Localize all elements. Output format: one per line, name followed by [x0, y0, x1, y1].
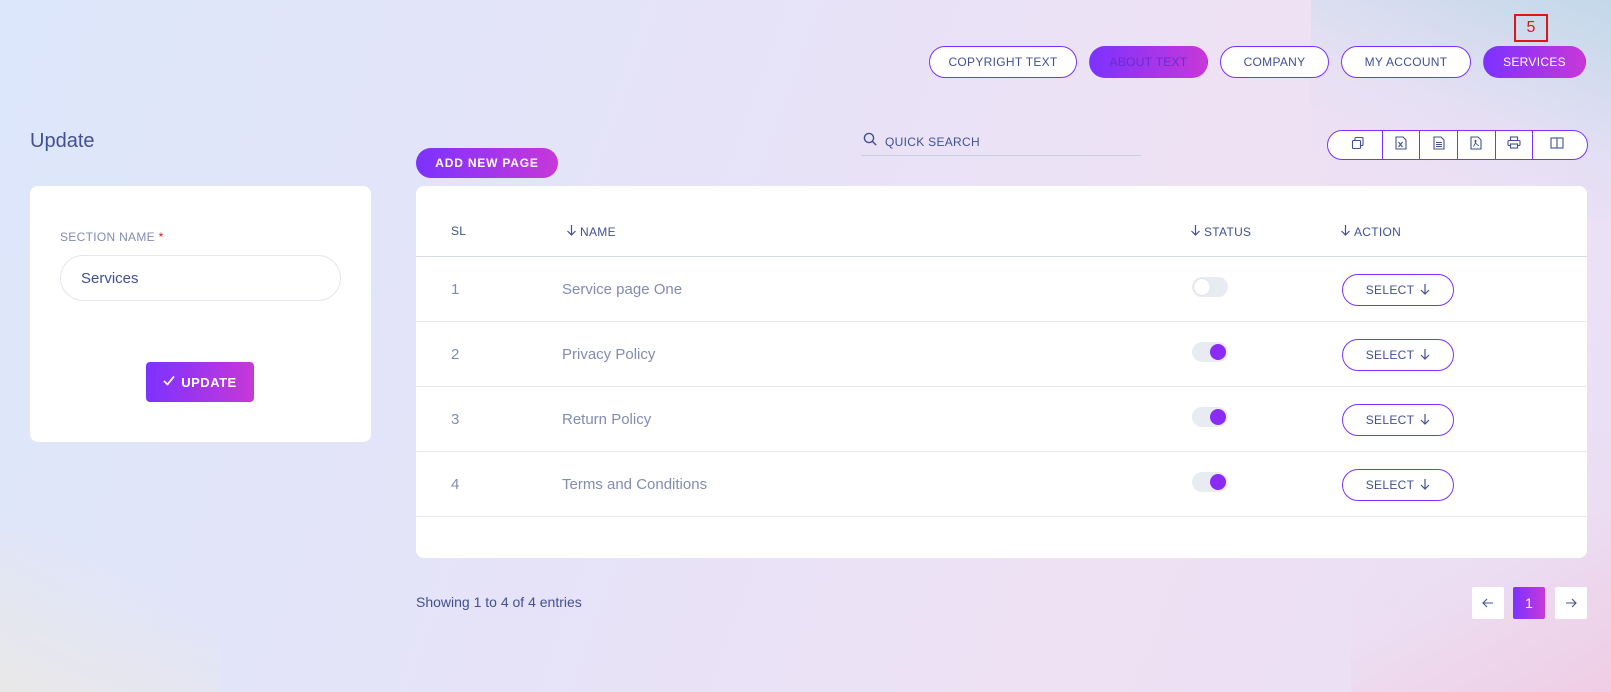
update-button[interactable]: UPDATE	[146, 362, 254, 402]
select-label: SELECT	[1365, 348, 1415, 362]
status-toggle[interactable]	[1192, 472, 1228, 492]
sort-arrow-down-icon	[1340, 224, 1351, 239]
print-button[interactable]	[1496, 131, 1534, 159]
row-name: Privacy Policy	[562, 346, 656, 363]
annotation-marker: 5	[1514, 14, 1548, 42]
column-header-label: STATUS	[1204, 224, 1252, 239]
column-header-name[interactable]: NAME	[566, 224, 616, 239]
row-name: Terms and Conditions	[562, 476, 708, 493]
nav-company-button[interactable]: COMPANY	[1220, 46, 1329, 78]
status-toggle[interactable]	[1192, 407, 1228, 427]
pagination-page-1[interactable]: 1	[1513, 587, 1545, 619]
pdf-icon	[1470, 135, 1482, 155]
select-label: SELECT	[1365, 478, 1415, 492]
columns-button[interactable]	[1533, 131, 1587, 159]
toggle-knob	[1210, 474, 1226, 490]
nav-services-button[interactable]: SERVICES	[1483, 46, 1586, 78]
column-header-sl[interactable]: SL	[451, 224, 466, 238]
section-name-label: SECTION NAME *	[60, 230, 164, 244]
sort-arrow-down-icon	[1190, 224, 1201, 239]
page-title: Update	[30, 130, 95, 152]
status-toggle[interactable]	[1192, 342, 1228, 362]
print-icon	[1507, 136, 1521, 154]
select-action-button[interactable]: SELECT	[1342, 274, 1454, 306]
arrow-right-icon	[1565, 595, 1577, 611]
table-row: 2 Privacy Policy SELECT	[416, 322, 1587, 387]
column-header-label: NAME	[580, 224, 616, 239]
copy-icon	[1351, 136, 1365, 155]
arrow-down-icon	[1420, 348, 1430, 363]
row-sl: 3	[451, 411, 460, 428]
check-icon	[163, 375, 175, 390]
nav-copyright-text-button[interactable]: COPYRIGHT TEXT	[929, 46, 1077, 78]
pages-table: SL NAME STATUS ACTION 1 Service page One…	[416, 186, 1587, 558]
column-header-action[interactable]: ACTION	[1340, 224, 1401, 239]
export-toolbar	[1327, 130, 1588, 160]
column-header-label: ACTION	[1354, 224, 1402, 239]
arrow-left-icon	[1482, 595, 1494, 611]
pagination-next-button[interactable]	[1555, 587, 1587, 619]
csv-button[interactable]	[1420, 131, 1459, 159]
arrow-down-icon	[1420, 478, 1430, 493]
quick-search-input[interactable]	[885, 134, 1125, 149]
table-row: 4 Terms and Conditions SELECT	[416, 452, 1587, 517]
update-form-card: SECTION NAME * UPDATE	[30, 186, 371, 442]
select-action-button[interactable]: SELECT	[1342, 404, 1454, 436]
table-row: 1 Service page One SELECT	[416, 257, 1587, 322]
row-name: Service page One	[562, 281, 683, 298]
status-toggle[interactable]	[1192, 277, 1228, 297]
nav-about-text-button[interactable]: ABOUT TEXT	[1089, 46, 1208, 78]
sort-arrow-down-icon	[566, 224, 577, 239]
section-name-label-text: SECTION NAME	[60, 230, 155, 244]
arrow-down-icon	[1420, 283, 1430, 298]
add-new-page-button[interactable]: ADD NEW PAGE	[416, 148, 558, 178]
select-action-button[interactable]: SELECT	[1342, 339, 1454, 371]
toggle-knob	[1210, 409, 1226, 425]
row-sl: 1	[451, 281, 460, 298]
update-button-label: UPDATE	[181, 374, 237, 390]
row-sl: 2	[451, 346, 460, 363]
arrow-down-icon	[1420, 413, 1430, 428]
column-header-status[interactable]: STATUS	[1190, 224, 1251, 239]
toggle-knob	[1210, 344, 1226, 360]
table-row: 3 Return Policy SELECT	[416, 387, 1587, 452]
select-label: SELECT	[1365, 413, 1415, 427]
entries-info: Showing 1 to 4 of 4 entries	[416, 594, 582, 610]
select-action-button[interactable]: SELECT	[1342, 469, 1454, 501]
excel-button[interactable]	[1383, 131, 1421, 159]
csv-icon	[1433, 135, 1445, 155]
excel-icon	[1395, 135, 1407, 155]
nav-my-account-button[interactable]: MY ACCOUNT	[1341, 46, 1471, 78]
pagination-prev-button[interactable]	[1472, 587, 1504, 619]
copy-button[interactable]	[1328, 131, 1383, 159]
search-icon	[861, 132, 877, 151]
row-sl: 4	[451, 476, 460, 493]
pdf-button[interactable]	[1458, 131, 1496, 159]
row-name: Return Policy	[562, 411, 652, 428]
top-nav: COPYRIGHT TEXT ABOUT TEXT COMPANY MY ACC…	[929, 46, 1586, 78]
columns-icon	[1550, 136, 1564, 154]
toggle-knob	[1194, 279, 1210, 295]
background-decoration	[0, 532, 220, 692]
section-name-input[interactable]	[60, 255, 341, 301]
required-mark: *	[158, 230, 164, 244]
quick-search	[861, 128, 1141, 156]
column-header-label: SL	[451, 224, 467, 238]
select-label: SELECT	[1365, 283, 1415, 297]
